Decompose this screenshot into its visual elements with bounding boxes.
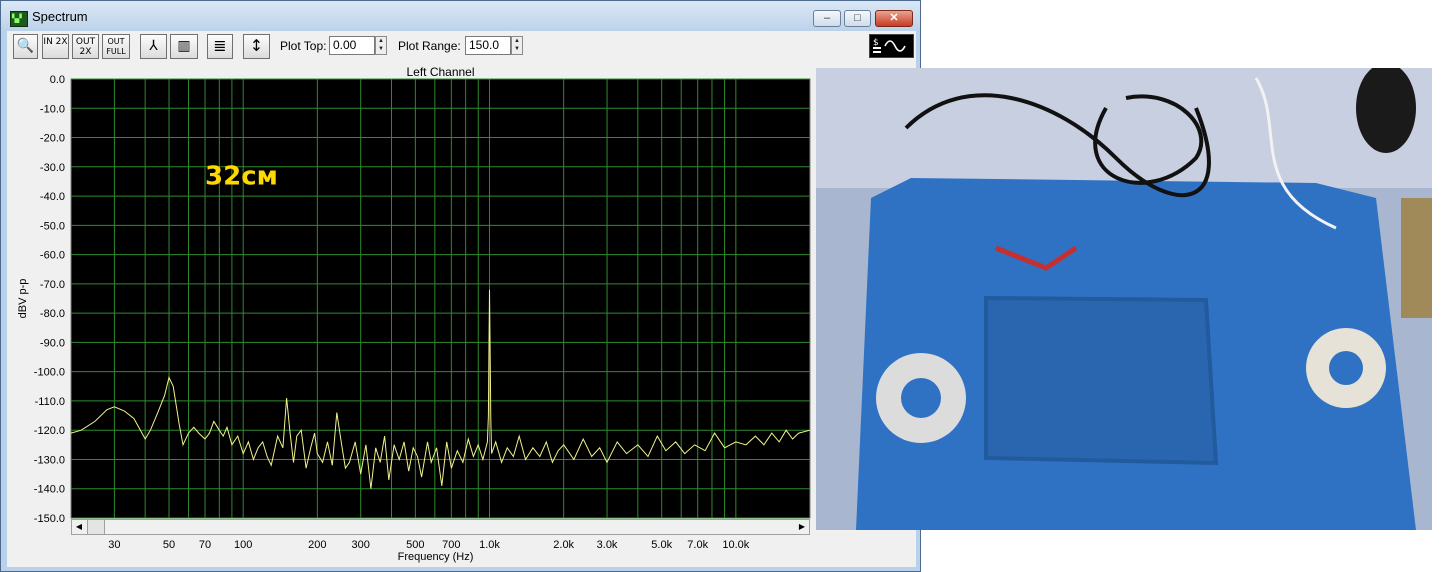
- photo-coils-on-blue-mat: [816, 68, 1432, 530]
- toolbar: 🔍 IN 2X OUT 2X OUT FULL ⅄ ▥ ≣ ↕ Plot Top…: [7, 31, 916, 64]
- spectrum-chart[interactable]: Left Channel 0.0 -10.0 -20.0 -30.0 -40.0 -50.0…: [7, 64, 916, 567]
- scroll-left-arrow-icon[interactable]: ◀: [72, 520, 86, 534]
- plot-top-spinner[interactable]: ▲ ▼: [375, 36, 387, 55]
- spectrum-app-icon: ▚▞: [10, 11, 28, 27]
- x-tick-label: 2.0k: [553, 539, 574, 551]
- autoscale-icon[interactable]: ↕: [243, 34, 270, 59]
- y-tick-label: -30.0: [40, 162, 65, 174]
- zoom-out-full-icon[interactable]: OUT FULL: [102, 34, 130, 59]
- line-mode-icon[interactable]: ⅄: [140, 34, 167, 59]
- scroll-right-arrow-icon[interactable]: ▶: [795, 520, 809, 534]
- y-tick-label: -60.0: [40, 250, 65, 262]
- plot-top-input[interactable]: 0.00: [329, 36, 375, 55]
- x-tick-label: 500: [406, 539, 424, 551]
- x-tick-label: 5.0k: [651, 539, 672, 551]
- x-tick-label: 70: [199, 539, 211, 551]
- y-tick-label: -120.0: [34, 425, 65, 437]
- plot-range-input[interactable]: 150.0: [465, 36, 511, 55]
- chart-annotation: 32см: [205, 161, 278, 191]
- plot-range-spinner[interactable]: ▲ ▼: [511, 36, 523, 55]
- title-bar[interactable]: ▚▞ Spectrum – □ ✕: [1, 1, 920, 31]
- y-tick-label: -110.0: [35, 396, 65, 408]
- window-client-area: 🔍 IN 2X OUT 2X OUT FULL ⅄ ▥ ≣ ↕ Plot Top…: [7, 31, 916, 567]
- y-tick-label: -150.0: [34, 513, 65, 525]
- maximize-button[interactable]: □: [844, 10, 871, 27]
- horizontal-scrollbar[interactable]: ◀ ▶: [71, 519, 810, 535]
- chart-title: Left Channel: [406, 65, 474, 79]
- zoom-in-2x-icon[interactable]: IN 2X: [42, 34, 69, 59]
- y-tick-label: -100.0: [34, 367, 65, 379]
- zoom-out-2x-icon[interactable]: OUT 2X: [72, 34, 99, 59]
- zoom-icon[interactable]: 🔍: [13, 34, 38, 59]
- x-tick-label: 50: [163, 539, 175, 551]
- plot-background: [70, 78, 811, 519]
- x-tick-label: 10.0k: [722, 539, 749, 551]
- y-tick-label: -90.0: [40, 337, 65, 349]
- y-tick-label: -10.0: [40, 103, 65, 115]
- x-tick-label: 3.0k: [597, 539, 618, 551]
- plot-top-label: Plot Top:: [280, 39, 327, 53]
- y-axis-label: dBV p-p: [17, 279, 29, 319]
- plot-range-label: Plot Range:: [398, 39, 461, 53]
- x-tick-label: 200: [308, 539, 326, 551]
- y-tick-label: -140.0: [34, 484, 65, 496]
- x-tick-label: 300: [352, 539, 370, 551]
- svg-text:$: $: [873, 38, 879, 48]
- x-tick-label: 700: [442, 539, 460, 551]
- signal-generator-icon[interactable]: $: [869, 34, 914, 58]
- y-tick-label: -70.0: [40, 279, 65, 291]
- x-tick-label: 100: [234, 539, 252, 551]
- y-tick-label: -50.0: [40, 220, 65, 232]
- close-button[interactable]: ✕: [875, 10, 913, 27]
- y-tick-label: 0.0: [50, 74, 65, 86]
- bar-mode-icon[interactable]: ▥: [170, 34, 198, 59]
- y-tick-label: -20.0: [40, 133, 65, 145]
- minimize-button[interactable]: –: [813, 10, 841, 27]
- x-tick-label: 30: [108, 539, 120, 551]
- x-axis-label: Frequency (Hz): [398, 551, 474, 563]
- settings-icon[interactable]: ≣: [207, 34, 233, 59]
- x-tick-label: 1.0k: [479, 539, 500, 551]
- y-tick-label: -80.0: [40, 308, 65, 320]
- x-tick-label: 7.0k: [687, 539, 708, 551]
- window-title: Spectrum: [32, 9, 88, 24]
- y-tick-label: -40.0: [40, 191, 65, 203]
- spectrum-window: ▚▞ Spectrum – □ ✕ 🔍 IN 2X OUT 2X OUT FUL…: [0, 0, 921, 572]
- y-tick-label: -130.0: [34, 454, 65, 466]
- plot-panel: Left Channel 0.0 -10.0 -20.0 -30.0 -40.0 -50.0…: [7, 64, 916, 567]
- scroll-thumb[interactable]: [87, 520, 105, 534]
